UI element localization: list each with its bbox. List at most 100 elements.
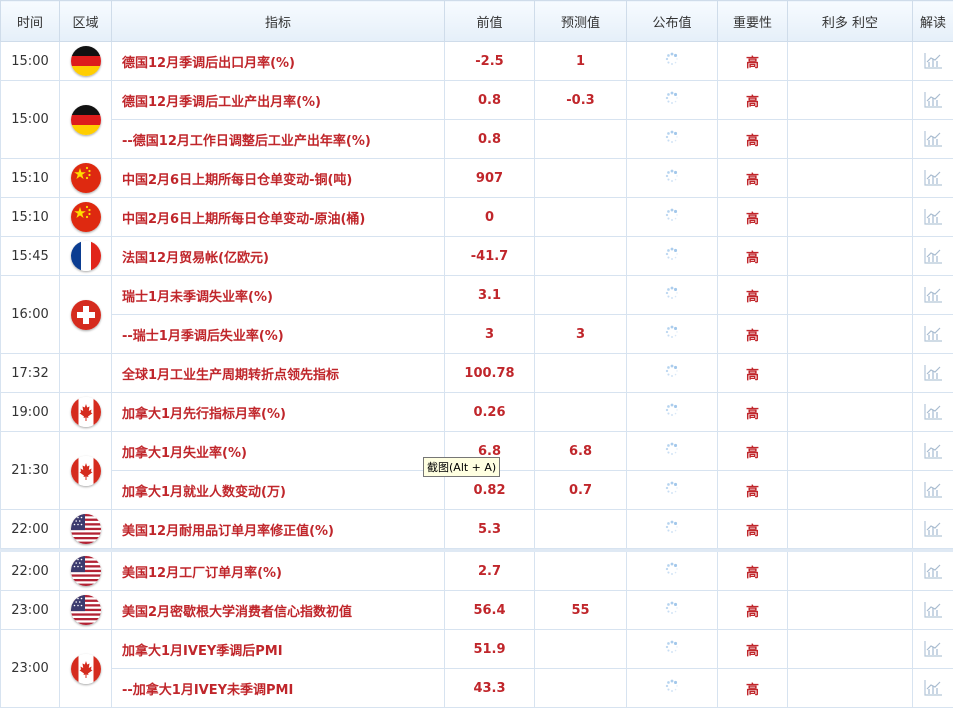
header-indicator[interactable]: 指标	[112, 1, 445, 42]
loading-spinner-icon	[665, 682, 679, 697]
table-row[interactable]: --瑞士1月季调后失业率(%)33高	[1, 315, 953, 354]
table-row[interactable]: 22:00美国12月工厂订单月率(%)2.7高	[1, 552, 953, 591]
chart-icon[interactable]	[923, 327, 943, 342]
header-importance[interactable]: 重要性	[718, 1, 788, 42]
chart-icon[interactable]	[923, 210, 943, 225]
header-actual[interactable]: 公布值	[627, 1, 718, 42]
analysis-cell[interactable]	[913, 315, 953, 354]
header-analysis[interactable]: 解读	[913, 1, 953, 42]
chart-icon[interactable]	[923, 288, 943, 303]
analysis-cell[interactable]	[913, 630, 953, 669]
indicator-name[interactable]: --德国12月工作日调整后工业产出年率(%)	[112, 120, 445, 159]
analysis-cell[interactable]	[913, 591, 953, 630]
analysis-cell[interactable]	[913, 276, 953, 315]
loading-spinner-icon	[665, 565, 679, 580]
analysis-cell[interactable]	[913, 669, 953, 708]
chart-icon[interactable]	[923, 405, 943, 420]
indicator-name[interactable]: 全球1月工业生产周期转折点领先指标	[112, 354, 445, 393]
region-cell	[60, 354, 112, 393]
event-time: 19:00	[1, 393, 60, 432]
chart-icon[interactable]	[923, 54, 943, 69]
forecast-value: 55	[535, 591, 627, 630]
header-region[interactable]: 区域	[60, 1, 112, 42]
analysis-cell[interactable]	[913, 42, 953, 81]
header-time[interactable]: 时间	[1, 1, 60, 42]
analysis-cell[interactable]	[913, 552, 953, 591]
table-row[interactable]: --德国12月工作日调整后工业产出年率(%)0.8高	[1, 120, 953, 159]
table-row[interactable]: 22:00美国12月耐用品订单月率修正值(%)5.3高	[1, 510, 953, 549]
region-cell	[60, 276, 112, 354]
actual-value-loading	[627, 630, 718, 669]
chart-icon[interactable]	[923, 93, 943, 108]
header-previous[interactable]: 前值	[445, 1, 535, 42]
forecast-value	[535, 120, 627, 159]
table-row[interactable]: 17:32全球1月工业生产周期转折点领先指标100.78高	[1, 354, 953, 393]
indicator-name[interactable]: --加拿大1月IVEY未季调PMI	[112, 669, 445, 708]
event-time: 22:00	[1, 552, 60, 591]
table-row[interactable]: 23:00美国2月密歇根大学消费者信心指数初值56.455高	[1, 591, 953, 630]
indicator-name[interactable]: 瑞士1月未季调失业率(%)	[112, 276, 445, 315]
chart-icon[interactable]	[923, 444, 943, 459]
chart-icon[interactable]	[923, 483, 943, 498]
previous-value: -2.5	[445, 42, 535, 81]
table-row[interactable]: 15:00德国12月季调后出口月率(%)-2.51高	[1, 42, 953, 81]
indicator-name[interactable]: 美国2月密歇根大学消费者信心指数初值	[112, 591, 445, 630]
actual-value-loading	[627, 471, 718, 510]
previous-value: 100.78	[445, 354, 535, 393]
canada-flag-icon	[71, 654, 101, 684]
region-cell	[60, 630, 112, 708]
header-bullish-bearish[interactable]: 利多 利空	[788, 1, 913, 42]
indicator-name[interactable]: 加拿大1月IVEY季调后PMI	[112, 630, 445, 669]
analysis-cell[interactable]	[913, 198, 953, 237]
actual-value-loading	[627, 393, 718, 432]
header-forecast[interactable]: 预测值	[535, 1, 627, 42]
chart-icon[interactable]	[923, 249, 943, 264]
indicator-name[interactable]: 加拿大1月就业人数变动(万)	[112, 471, 445, 510]
analysis-cell[interactable]	[913, 81, 953, 120]
indicator-name[interactable]: 加拿大1月失业率(%)	[112, 432, 445, 471]
bullish-bearish-cell	[788, 81, 913, 120]
table-row[interactable]: 19:00加拿大1月先行指标月率(%)0.26高	[1, 393, 953, 432]
analysis-cell[interactable]	[913, 159, 953, 198]
indicator-name[interactable]: 加拿大1月先行指标月率(%)	[112, 393, 445, 432]
analysis-cell[interactable]	[913, 237, 953, 276]
indicator-name[interactable]: 法国12月贸易帐(亿欧元)	[112, 237, 445, 276]
analysis-cell[interactable]	[913, 432, 953, 471]
analysis-cell[interactable]	[913, 393, 953, 432]
indicator-name[interactable]: 德国12月季调后工业产出月率(%)	[112, 81, 445, 120]
analysis-cell[interactable]	[913, 120, 953, 159]
importance-badge: 高	[718, 120, 788, 159]
indicator-name[interactable]: 美国12月工厂订单月率(%)	[112, 552, 445, 591]
indicator-name[interactable]: 美国12月耐用品订单月率修正值(%)	[112, 510, 445, 549]
chart-icon[interactable]	[923, 564, 943, 579]
chart-icon[interactable]	[923, 603, 943, 618]
table-row[interactable]: 15:45法国12月贸易帐(亿欧元)-41.7高	[1, 237, 953, 276]
table-row[interactable]: 15:10中国2月6日上期所每日仓单变动-铜(吨)907高	[1, 159, 953, 198]
chart-icon[interactable]	[923, 132, 943, 147]
table-row[interactable]: --加拿大1月IVEY未季调PMI43.3高	[1, 669, 953, 708]
analysis-cell[interactable]	[913, 510, 953, 549]
bullish-bearish-cell	[788, 237, 913, 276]
chart-icon[interactable]	[923, 642, 943, 657]
chart-icon[interactable]	[923, 522, 943, 537]
indicator-name[interactable]: --瑞士1月季调后失业率(%)	[112, 315, 445, 354]
china-flag-icon	[71, 163, 101, 193]
bullish-bearish-cell	[788, 159, 913, 198]
chart-icon[interactable]	[923, 681, 943, 696]
event-time: 21:30	[1, 432, 60, 510]
indicator-name[interactable]: 中国2月6日上期所每日仓单变动-原油(桶)	[112, 198, 445, 237]
table-row[interactable]: 16:00瑞士1月未季调失业率(%)3.1高	[1, 276, 953, 315]
analysis-cell[interactable]	[913, 471, 953, 510]
table-row[interactable]: 15:10中国2月6日上期所每日仓单变动-原油(桶)0高	[1, 198, 953, 237]
indicator-name[interactable]: 中国2月6日上期所每日仓单变动-铜(吨)	[112, 159, 445, 198]
region-cell	[60, 81, 112, 159]
indicator-name[interactable]: 德国12月季调后出口月率(%)	[112, 42, 445, 81]
loading-spinner-icon	[665, 406, 679, 421]
table-row[interactable]: 23:00加拿大1月IVEY季调后PMI51.9高	[1, 630, 953, 669]
analysis-cell[interactable]	[913, 354, 953, 393]
chart-icon[interactable]	[923, 171, 943, 186]
chart-icon[interactable]	[923, 366, 943, 381]
table-row[interactable]: 15:00德国12月季调后工业产出月率(%)0.8-0.3高	[1, 81, 953, 120]
region-cell	[60, 510, 112, 549]
event-time: 16:00	[1, 276, 60, 354]
